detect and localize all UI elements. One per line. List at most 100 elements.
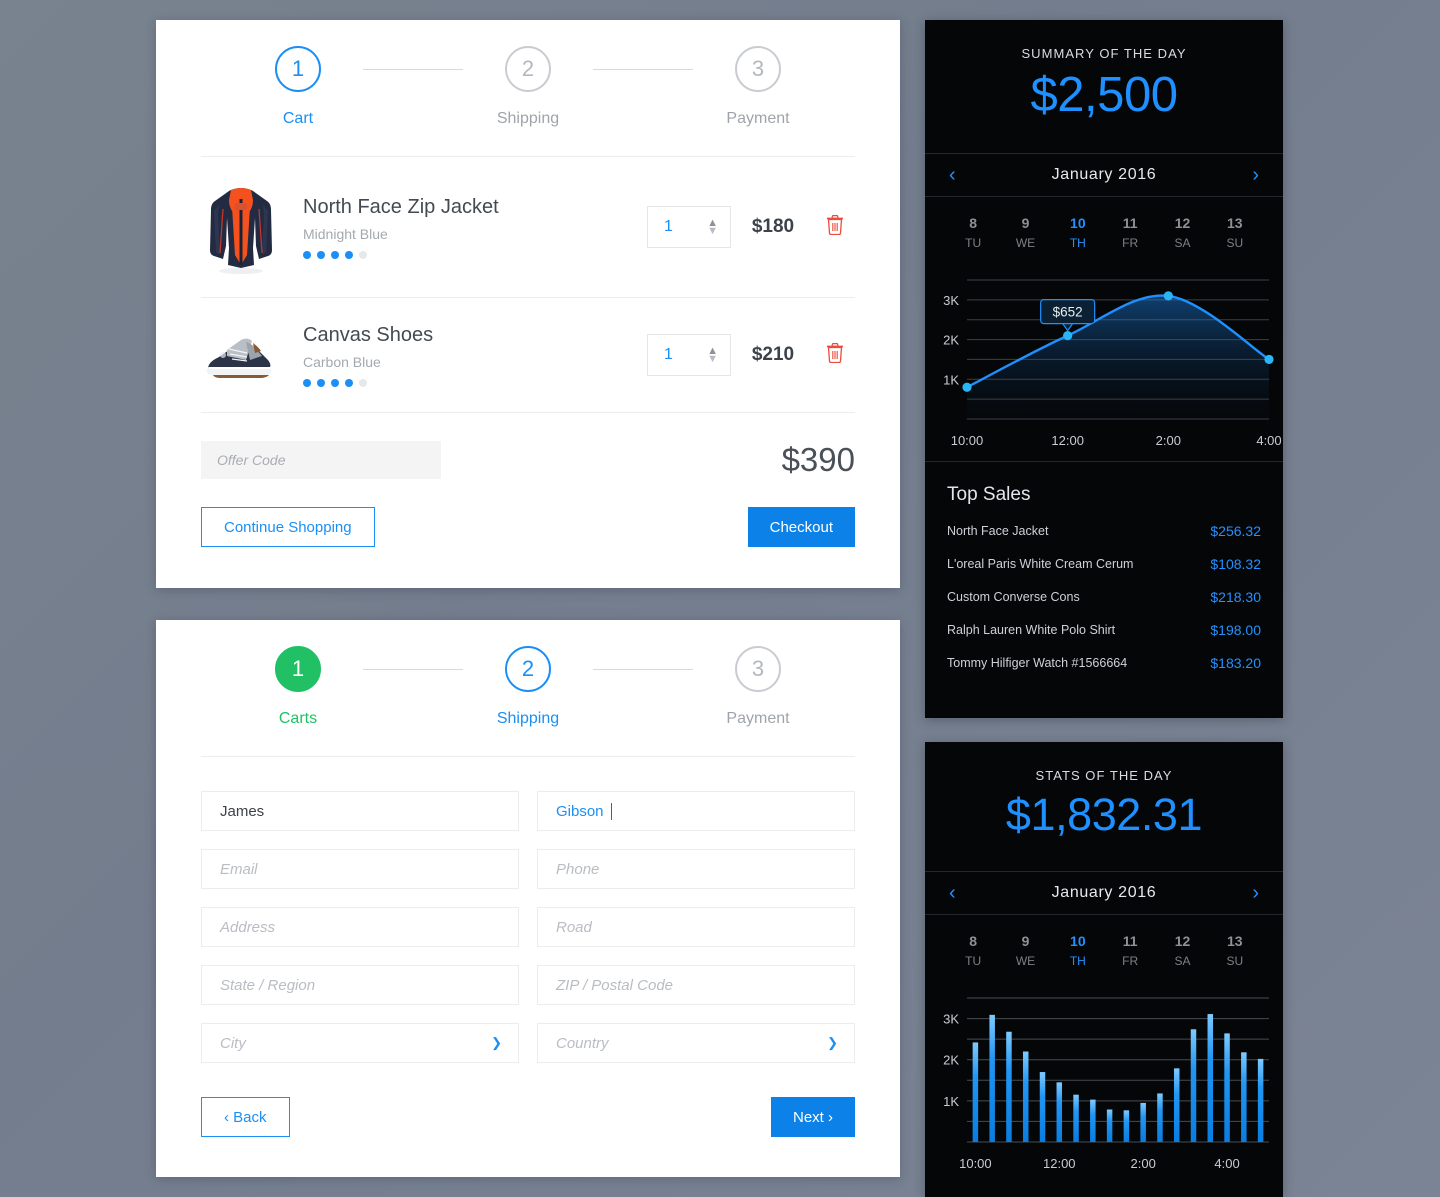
product-variant: Midnight Blue [303, 225, 388, 242]
delete-item-button[interactable] [815, 214, 855, 240]
state-region-field[interactable]: State / Region [201, 965, 519, 1005]
calendar-day-number: 10 [1070, 215, 1086, 231]
sale-amount: $198.00 [1210, 622, 1261, 638]
summary-line-chart[interactable]: 1K 2K 3K 10:00 12:00 2:00 4:00 $652 [925, 266, 1283, 461]
step-payment[interactable]: 3 Payment [693, 46, 823, 128]
product-image-shoes [201, 320, 281, 390]
list-item[interactable]: L'oreal Paris White Cream Cerum $108.32 [947, 556, 1261, 572]
checkout-button[interactable]: Checkout [747, 507, 855, 547]
road-field[interactable]: Road [537, 907, 855, 947]
calendar-day[interactable]: 12 SA [1156, 933, 1208, 968]
stepper-arrows[interactable]: ▲ ▼ [707, 346, 718, 365]
calendar-day-selected[interactable]: 10 TH [1052, 215, 1104, 250]
chevron-down-icon[interactable]: ▼ [707, 226, 718, 237]
step-shipping-label: Shipping [496, 110, 560, 127]
calendar-day-weekday: TU [965, 236, 982, 250]
top-sales-section: Top Sales North Face Jacket $256.32 L'or… [925, 461, 1283, 671]
step-carts-number: 1 [275, 646, 321, 692]
calendar-day[interactable]: 12 SA [1156, 215, 1208, 250]
chevron-left-icon[interactable]: ‹ [949, 882, 971, 905]
first-name-field[interactable]: James [201, 791, 519, 831]
step-payment[interactable]: 3 Payment [693, 646, 823, 728]
calendar-day[interactable]: 13 SU [1209, 933, 1261, 968]
chevron-left-icon[interactable]: ‹ [949, 164, 971, 187]
trash-icon [827, 342, 843, 363]
stats-bar-chart[interactable]: 1K 2K 3K 10:00 12:00 2:00 4:00 [925, 982, 1283, 1182]
phone-field[interactable]: Phone [537, 849, 855, 889]
first-name-value: James [220, 802, 265, 820]
step-shipping[interactable]: 2 Shipping [463, 646, 593, 728]
sale-name: L'oreal Paris White Cream Cerum [947, 557, 1134, 571]
step-carts[interactable]: 1 Carts [233, 646, 363, 728]
calendar-day-weekday: SU [1226, 236, 1244, 250]
step-cart-label: Cart [282, 110, 314, 127]
city-placeholder: City [220, 1034, 246, 1052]
quantity-stepper[interactable]: 1 ▲ ▼ [647, 334, 731, 376]
summary-of-day-panel: SUMMARY OF THE DAY $2,500 ‹ January 2016… [925, 20, 1283, 718]
stats-kicker: STATS OF THE DAY [1035, 768, 1173, 783]
step-connector-2 [593, 669, 693, 670]
list-item[interactable]: Tommy Hilfiger Watch #1566664 $183.20 [947, 655, 1261, 671]
zip-postal-code-field[interactable]: ZIP / Postal Code [537, 965, 855, 1005]
calendar-day-number: 9 [1021, 215, 1030, 231]
summary-kicker: SUMMARY OF THE DAY [1021, 46, 1187, 61]
last-name-field[interactable]: Gibson [537, 791, 855, 831]
quantity-stepper[interactable]: 1 ▲ ▼ [647, 206, 731, 248]
summary-calendar-days: 8 TU 9 WE 10 TH 11 FR 12 SA 13 SU [925, 197, 1283, 256]
calendar-day-selected[interactable]: 10 TH [1052, 933, 1104, 968]
calendar-day-weekday: TH [1069, 954, 1086, 968]
calendar-day[interactable]: 8 TU [947, 215, 999, 250]
calendar-day-weekday: FR [1122, 236, 1139, 250]
cart-step-indicator: 1 Cart 2 Shipping 3 Payment [156, 20, 900, 128]
summary-calendar-bar: ‹ January 2016 › [925, 153, 1283, 197]
calendar-day-number: 8 [969, 215, 978, 231]
product-name: North Face Zip Jacket [303, 195, 499, 218]
text-caret [610, 802, 612, 820]
product-price: $180 [751, 216, 795, 237]
step-connector-2 [593, 69, 693, 70]
chevron-right-icon[interactable]: › [1237, 164, 1259, 187]
list-item[interactable]: North Face Jacket $256.32 [947, 523, 1261, 539]
offer-code-input[interactable] [201, 441, 441, 479]
list-item[interactable]: Custom Converse Cons $218.30 [947, 589, 1261, 605]
calendar-day[interactable]: 11 FR [1104, 215, 1156, 250]
calendar-day[interactable]: 9 WE [999, 215, 1051, 250]
product-name: Canvas Shoes [303, 323, 434, 346]
stepper-arrows[interactable]: ▲ ▼ [707, 218, 718, 237]
shipping-step-indicator: 1 Carts 2 Shipping 3 Payment [156, 620, 900, 728]
calendar-day-number: 11 [1122, 933, 1138, 949]
step-shipping[interactable]: 2 Shipping [463, 46, 593, 128]
list-item[interactable]: Ralph Lauren White Polo Shirt $198.00 [947, 622, 1261, 638]
next-button[interactable]: Next › [770, 1097, 855, 1137]
step-carts-label: Carts [278, 710, 318, 727]
calendar-day[interactable]: 11 FR [1104, 933, 1156, 968]
calendar-day-weekday: SA [1174, 954, 1191, 968]
svg-text:3K: 3K [943, 1012, 959, 1027]
address-placeholder: Address [220, 918, 276, 936]
step-cart[interactable]: 1 Cart [233, 46, 363, 128]
road-placeholder: Road [556, 918, 592, 936]
back-button[interactable]: ‹ Back [201, 1097, 290, 1137]
state-region-placeholder: State / Region [220, 976, 316, 994]
continue-shopping-button[interactable]: Continue Shopping [201, 507, 375, 547]
address-field[interactable]: Address [201, 907, 519, 947]
calendar-day-number: 12 [1174, 215, 1191, 231]
sale-name: Custom Converse Cons [947, 590, 1080, 604]
calendar-day-number: 13 [1227, 215, 1243, 231]
svg-text:$652: $652 [1053, 305, 1083, 320]
email-placeholder: Email [220, 860, 258, 878]
step-payment-number: 3 [735, 46, 781, 92]
calendar-day[interactable]: 8 TU [947, 933, 999, 968]
chevron-down-icon[interactable]: ▼ [707, 354, 718, 365]
calendar-day[interactable]: 9 WE [999, 933, 1051, 968]
calendar-day-number: 11 [1122, 215, 1138, 231]
email-field[interactable]: Email [201, 849, 519, 889]
delete-item-button[interactable] [815, 342, 855, 368]
country-select[interactable]: Country ❯ [537, 1023, 855, 1063]
offer-code-row: $390 [201, 441, 855, 479]
calendar-day[interactable]: 13 SU [1209, 215, 1261, 250]
phone-placeholder: Phone [556, 860, 600, 878]
trash-icon [827, 214, 843, 235]
chevron-right-icon[interactable]: › [1237, 882, 1259, 905]
city-select[interactable]: City ❯ [201, 1023, 519, 1063]
